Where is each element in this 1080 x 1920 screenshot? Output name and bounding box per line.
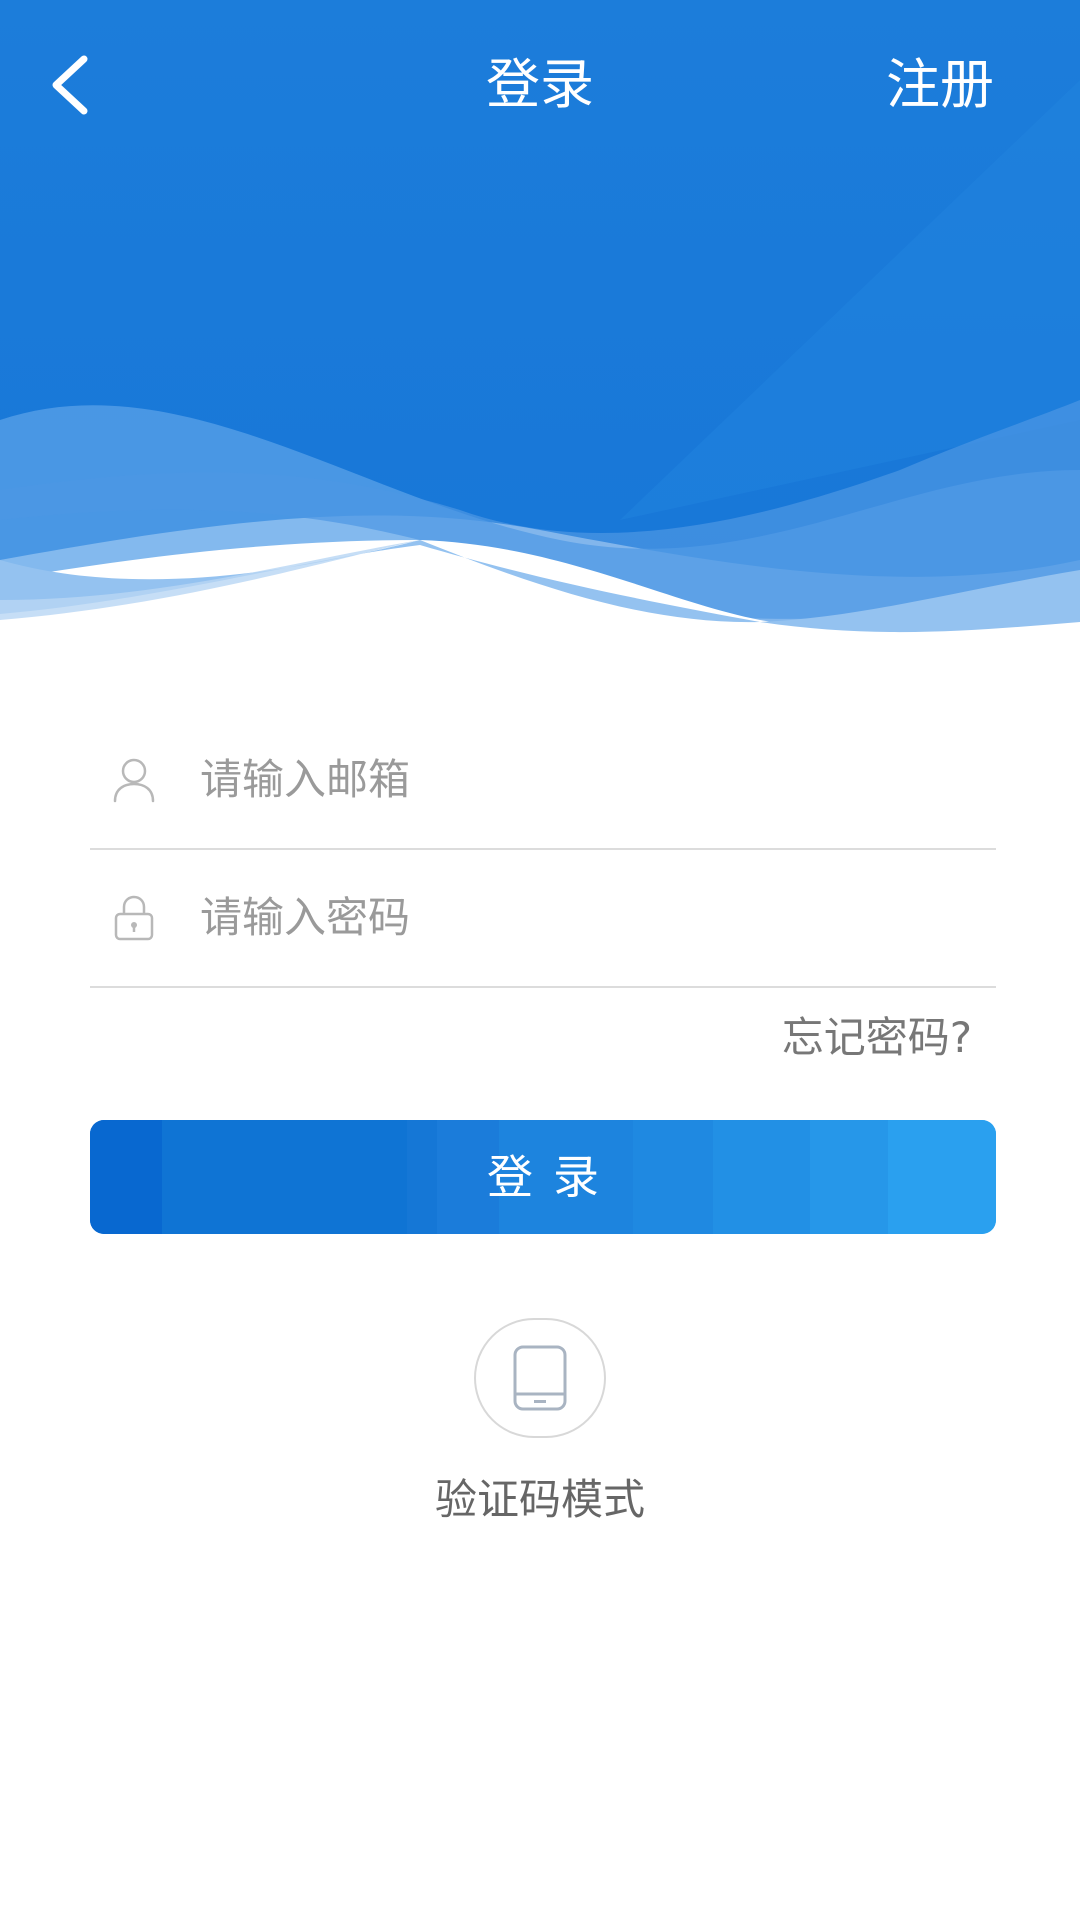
email-field[interactable]: 请输入邮箱 [90, 712, 996, 850]
verification-code-mode-label[interactable]: 验证码模式 [340, 1470, 740, 1530]
password-field[interactable]: 请输入密码 [90, 850, 996, 988]
page-title: 登录 [486, 53, 594, 116]
tablet-icon [513, 1345, 567, 1411]
lock-icon [106, 850, 162, 986]
login-button-label: 登录 [487, 1150, 619, 1204]
forgot-password-link[interactable]: 忘记密码? [782, 1008, 972, 1068]
chevron-left-icon [52, 55, 88, 115]
email-input[interactable]: 请输入邮箱 [200, 712, 980, 848]
top-navigation-bar: 登录 注册 [0, 0, 1080, 175]
login-page: 登录 注册 请输入邮箱 请输入密码 忘记密码? 登录 验证码模式 [0, 0, 1080, 1920]
register-button[interactable]: 注册 [886, 50, 994, 120]
user-icon [106, 712, 162, 848]
login-button[interactable]: 登录 [90, 1120, 996, 1234]
password-input[interactable]: 请输入密码 [200, 850, 980, 986]
back-button[interactable] [30, 40, 110, 130]
verification-code-mode-button[interactable] [474, 1318, 606, 1438]
